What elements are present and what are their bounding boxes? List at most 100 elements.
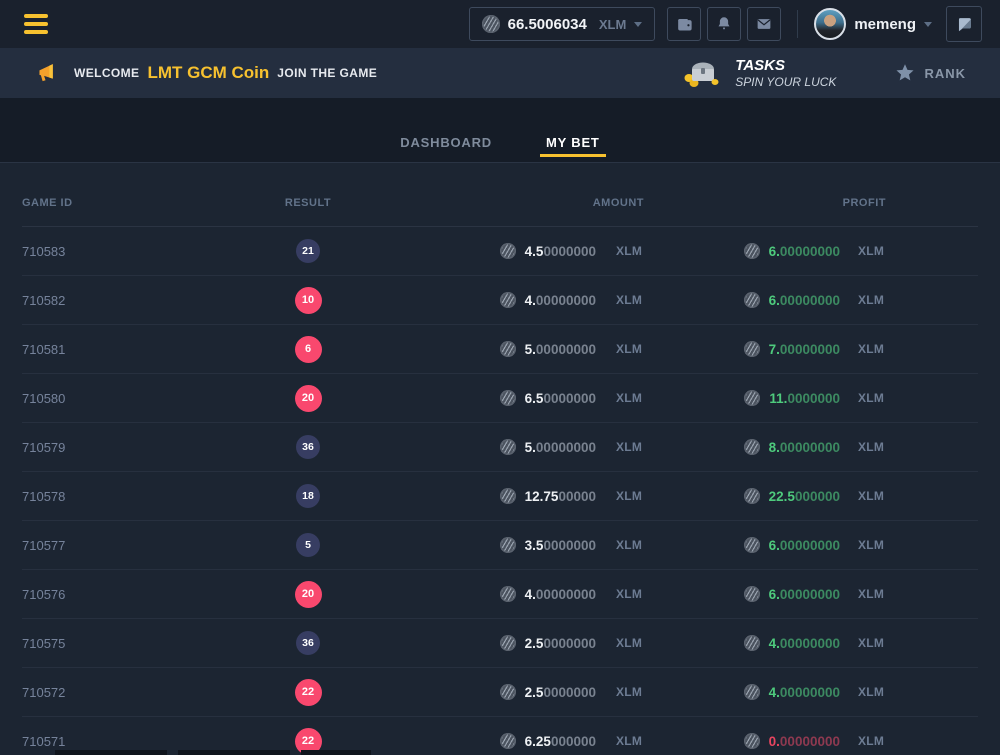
currency-label: XLM <box>616 391 644 405</box>
header-profit: PROFIT <box>644 197 886 226</box>
chat-button[interactable] <box>946 6 982 42</box>
result-badge: 21 <box>296 239 320 263</box>
result-cell: 36 <box>238 435 378 459</box>
currency-label: XLM <box>616 636 644 650</box>
amount-cell: 6.25000000 XLM <box>378 733 644 749</box>
currency-label: XLM <box>858 538 886 552</box>
profit-value: 4.00000000 <box>769 636 840 651</box>
result-badge: 6 <box>295 336 322 363</box>
notifications-button[interactable] <box>707 7 741 41</box>
chat-bubble-icon <box>955 15 974 34</box>
profit-cell: 6.00000000 XLM <box>644 292 886 308</box>
profit-value: 6.00000000 <box>769 587 840 602</box>
amount-cell: 6.50000000 XLM <box>378 390 644 406</box>
tab-my-bet[interactable]: MY BET <box>540 135 606 157</box>
currency-label: XLM <box>858 636 886 650</box>
profit-value: 11.0000000 <box>769 391 840 406</box>
amount-value: 3.50000000 <box>525 538 596 553</box>
profit-cell: 6.00000000 XLM <box>644 586 886 602</box>
game-id: 710581 <box>22 342 238 357</box>
xlm-coin-icon <box>500 635 516 651</box>
wallet-icon <box>675 15 694 34</box>
profit-cell: 8.00000000 XLM <box>644 439 886 455</box>
amount-cell: 4.50000000 XLM <box>378 243 644 259</box>
profit-cell: 22.5000000 XLM <box>644 488 886 504</box>
menu-button[interactable] <box>24 14 48 34</box>
amount-cell: 2.50000000 XLM <box>378 635 644 651</box>
xlm-coin-icon <box>744 733 760 749</box>
amount-cell: 2.50000000 XLM <box>378 684 644 700</box>
profit-value: 6.00000000 <box>769 538 840 553</box>
xlm-coin-icon <box>500 488 516 504</box>
wallet-button[interactable] <box>667 7 701 41</box>
result-cell: 20 <box>238 581 378 608</box>
result-cell: 21 <box>238 239 378 263</box>
xlm-coin-icon <box>744 488 760 504</box>
result-cell: 5 <box>238 533 378 557</box>
profit-value: 0.00000000 <box>769 734 840 749</box>
topbar: 66.5006034 XLM memeng <box>0 0 1000 48</box>
header-amount: AMOUNT <box>378 197 644 226</box>
game-id: 710578 <box>22 489 238 504</box>
currency-label: XLM <box>858 293 886 307</box>
amount-value: 4.00000000 <box>525 293 596 308</box>
cropped-footer-element <box>178 750 290 755</box>
game-id: 710575 <box>22 636 238 651</box>
game-id: 710579 <box>22 440 238 455</box>
user-menu[interactable]: memeng <box>814 8 932 40</box>
avatar <box>814 8 846 40</box>
currency-label: XLM <box>616 342 644 356</box>
xlm-coin-icon <box>744 243 760 259</box>
game-id: 710576 <box>22 587 238 602</box>
profit-value: 22.5000000 <box>769 489 840 504</box>
currency-label: XLM <box>858 489 886 503</box>
table-header: GAME ID RESULT AMOUNT PROFIT <box>22 163 978 227</box>
currency-label: XLM <box>858 734 886 748</box>
currency-label: XLM <box>858 587 886 601</box>
tasks-widget[interactable]: TASKS SPIN YOUR LUCK <box>681 56 836 90</box>
result-badge: 22 <box>295 679 322 706</box>
rank-label: RANK <box>924 66 966 81</box>
balance-selector[interactable]: 66.5006034 XLM <box>469 7 656 41</box>
table-row: 710581 6 5.00000000 XLM 7.00000000 XLM <box>22 325 978 374</box>
amount-cell: 5.00000000 XLM <box>378 341 644 357</box>
table-row: 710576 20 4.00000000 XLM 6.00000000 XLM <box>22 570 978 619</box>
table-row: 710575 36 2.50000000 XLM 4.00000000 XLM <box>22 619 978 668</box>
currency-label: XLM <box>616 440 644 454</box>
xlm-coin-icon <box>744 684 760 700</box>
result-cell: 6 <box>238 336 378 363</box>
rank-widget[interactable]: RANK <box>894 62 966 84</box>
amount-cell: 3.50000000 XLM <box>378 537 644 553</box>
tab-bar: DASHBOARD MY BET <box>0 98 1000 163</box>
profit-value: 4.00000000 <box>769 685 840 700</box>
xlm-coin-icon <box>744 390 760 406</box>
result-cell: 20 <box>238 385 378 412</box>
amount-value: 4.00000000 <box>525 587 596 602</box>
profit-cell: 4.00000000 XLM <box>644 635 886 651</box>
amount-value: 4.50000000 <box>525 244 596 259</box>
currency-label: XLM <box>858 391 886 405</box>
result-cell: 36 <box>238 631 378 655</box>
table-row: 710572 22 2.50000000 XLM 4.00000000 XLM <box>22 668 978 717</box>
result-badge: 36 <box>296 435 320 459</box>
xlm-coin-icon <box>500 341 516 357</box>
profit-value: 7.00000000 <box>769 342 840 357</box>
tab-dashboard[interactable]: DASHBOARD <box>394 135 498 162</box>
treasure-chest-icon <box>681 56 723 90</box>
amount-value: 5.00000000 <box>525 440 596 455</box>
game-id: 710583 <box>22 244 238 259</box>
messages-button[interactable] <box>747 7 781 41</box>
table-row: 710578 18 12.7500000 XLM 22.5000000 XLM <box>22 472 978 521</box>
result-badge: 20 <box>295 581 322 608</box>
bell-icon <box>715 15 733 33</box>
profit-cell: 0.00000000 XLM <box>644 733 886 749</box>
table-row: 710577 5 3.50000000 XLM 6.00000000 XLM <box>22 521 978 570</box>
xlm-coin-icon <box>500 537 516 553</box>
mail-icon <box>755 15 773 33</box>
profit-cell: 11.0000000 XLM <box>644 390 886 406</box>
table-row: 710582 10 4.00000000 XLM 6.00000000 XLM <box>22 276 978 325</box>
xlm-coin-icon <box>500 684 516 700</box>
welcome-prefix: WELCOME <box>74 66 139 80</box>
xlm-coin-icon <box>482 15 500 33</box>
xlm-coin-icon <box>500 439 516 455</box>
